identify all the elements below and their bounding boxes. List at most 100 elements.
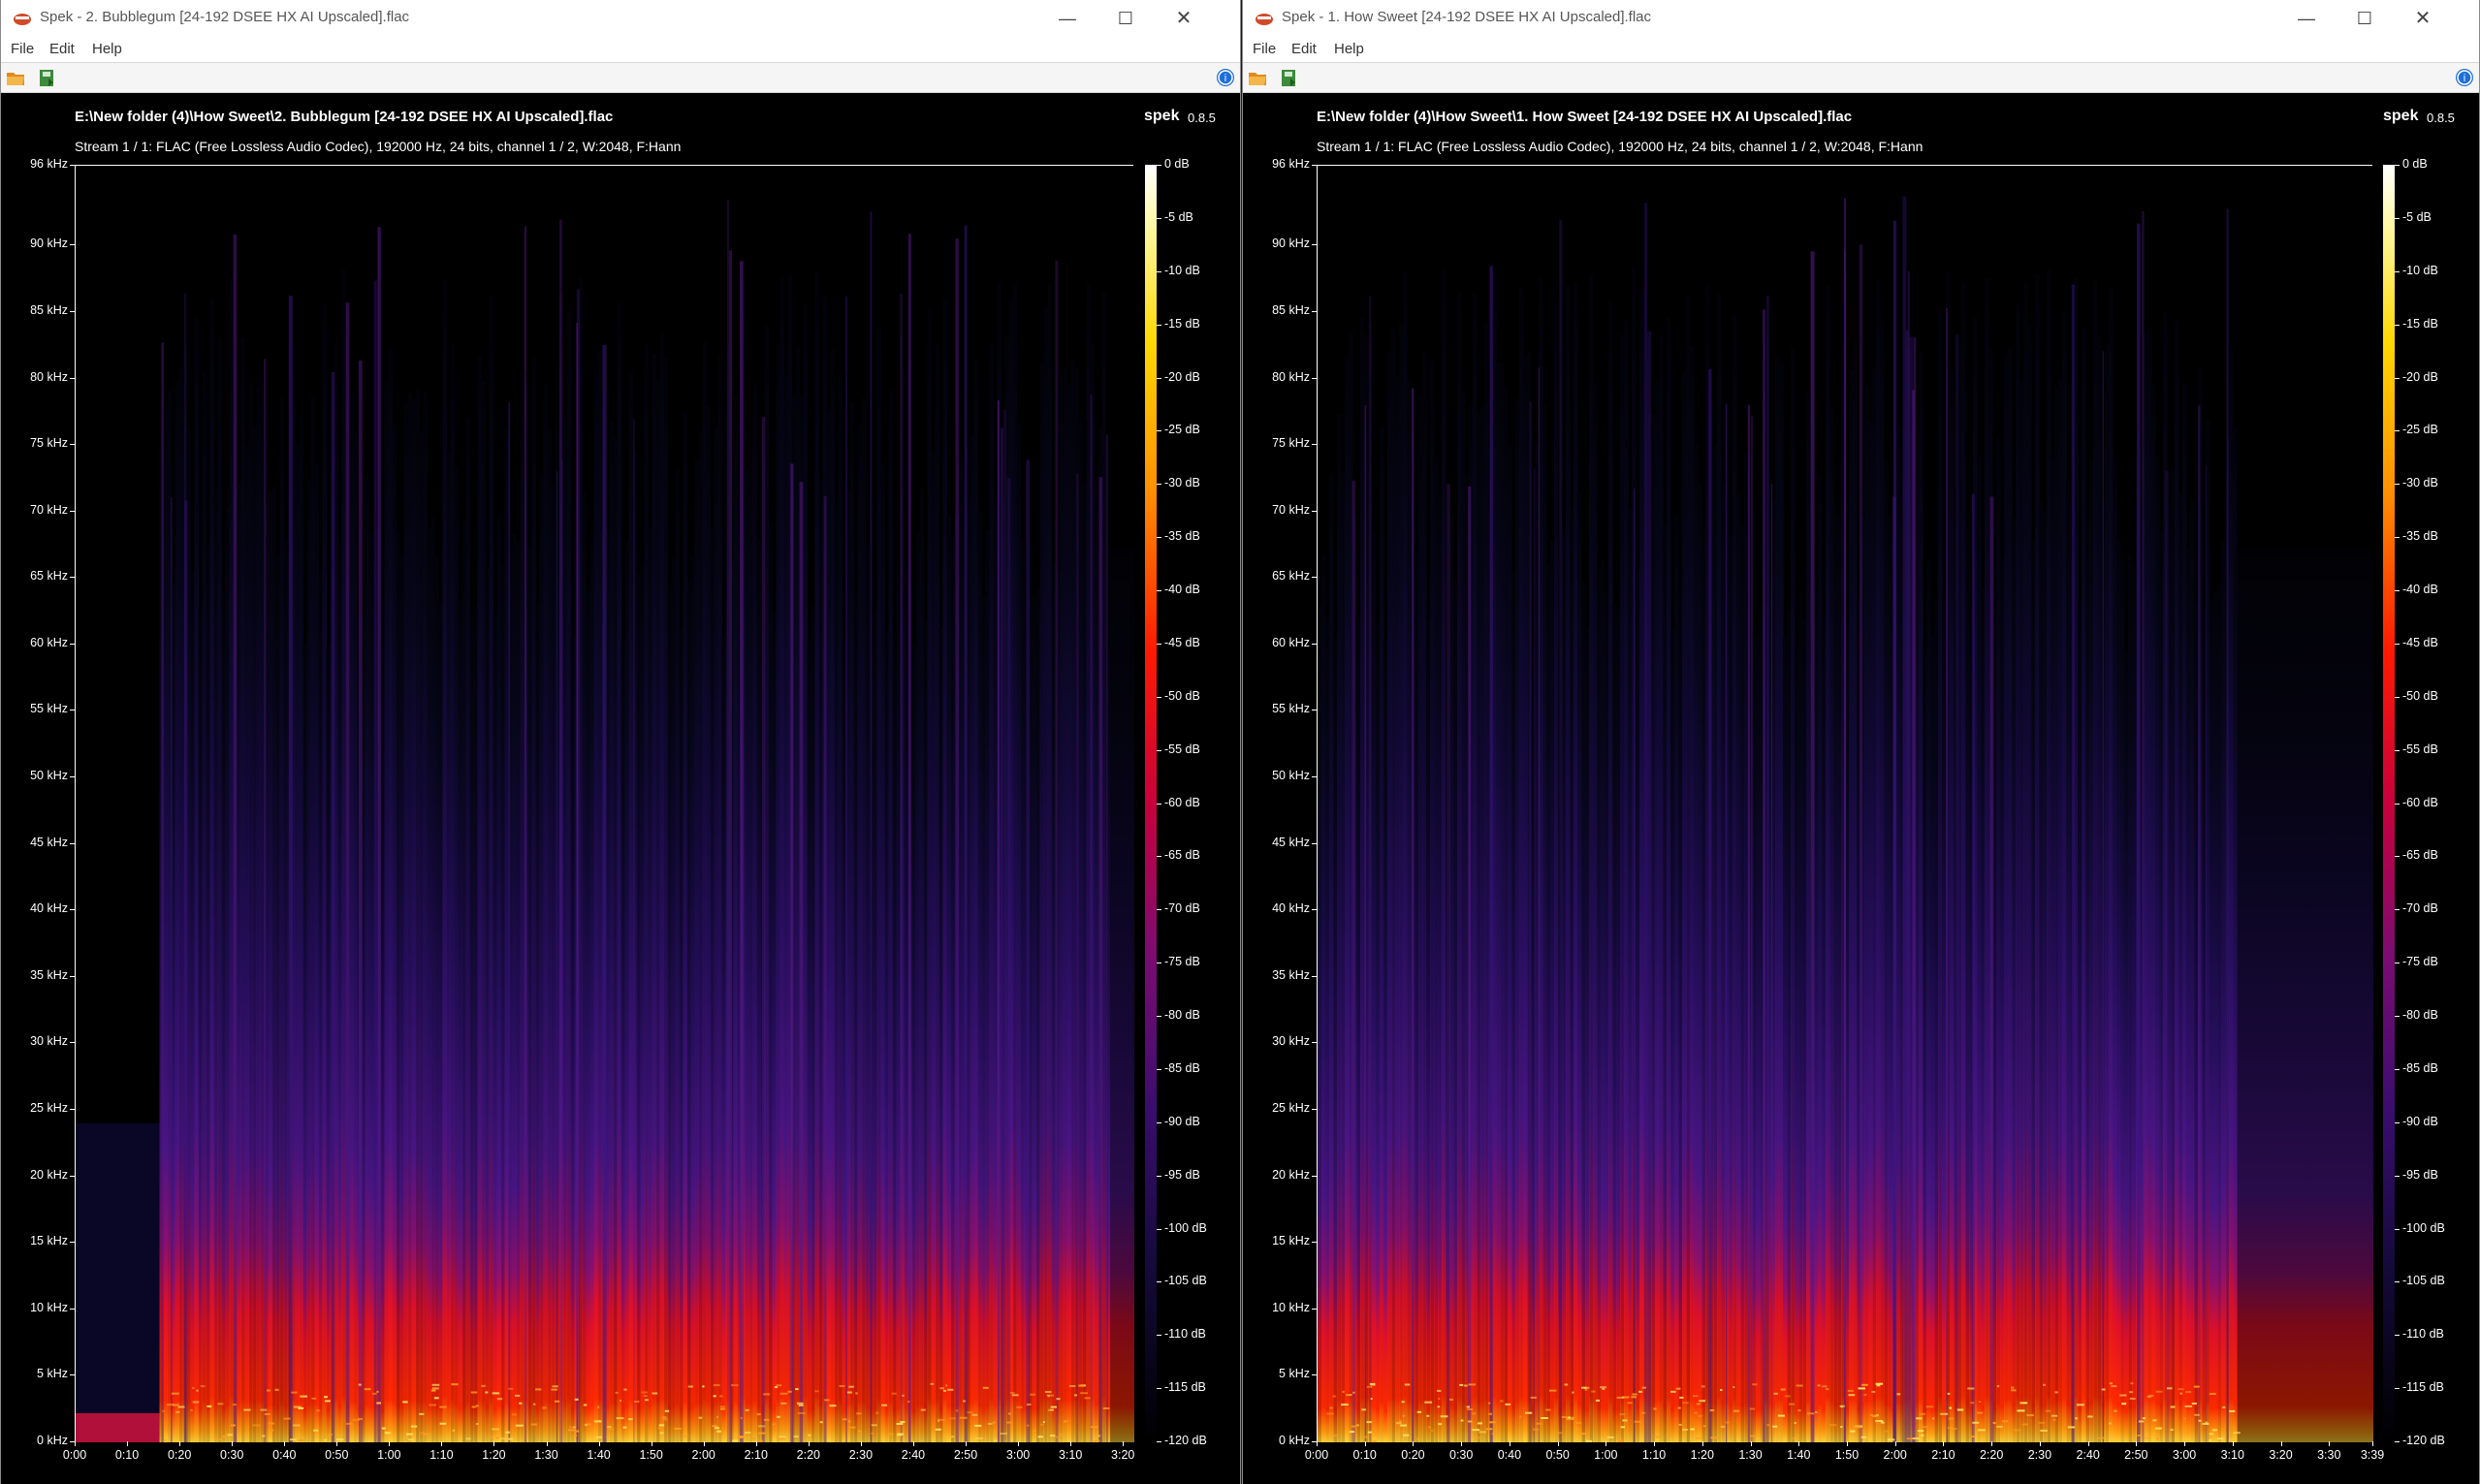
time-tick bbox=[1991, 1441, 1993, 1446]
time-tick bbox=[1894, 1441, 1896, 1446]
freq-tick-label: 65 kHz bbox=[1272, 569, 1310, 584]
db-tick-label: -75 dB bbox=[2402, 955, 2438, 969]
db-tick-label: -15 dB bbox=[1164, 316, 1200, 331]
freq-tick-label: 75 kHz bbox=[1272, 436, 1310, 451]
db-tick-label: -120 dB bbox=[1164, 1434, 1207, 1447]
time-tick bbox=[2232, 1441, 2234, 1446]
db-tick-label: -80 dB bbox=[1164, 1008, 1200, 1022]
time-tick-label: 3:10 bbox=[1058, 1448, 1083, 1462]
help-icon[interactable]: i bbox=[1215, 67, 1236, 88]
time-tick-label: 3:20 bbox=[1111, 1448, 1135, 1462]
menu-edit[interactable]: Edit bbox=[49, 41, 75, 57]
menu-file[interactable]: File bbox=[1253, 41, 1276, 57]
freq-tick bbox=[70, 577, 75, 579]
title-bar[interactable]: Spek - 2. Bubblegum [24-192 DSEE HX AI U… bbox=[1, 0, 1240, 38]
time-tick bbox=[2039, 1441, 2041, 1446]
db-tick-label: -95 dB bbox=[1164, 1167, 1200, 1182]
db-tick-label: -30 dB bbox=[2402, 476, 2438, 490]
db-tick-label: -100 dB bbox=[1164, 1220, 1207, 1235]
freq-tick-label: 96 kHz bbox=[1272, 157, 1310, 171]
freq-tick-label: 30 kHz bbox=[30, 1034, 68, 1049]
time-tick bbox=[2136, 1441, 2138, 1446]
freq-tick bbox=[70, 1175, 75, 1177]
menu-help[interactable]: Help bbox=[92, 41, 122, 57]
menu-file[interactable]: File bbox=[11, 41, 34, 57]
db-tick-label: -70 dB bbox=[2402, 901, 2438, 916]
time-tick-label: 0:30 bbox=[220, 1448, 244, 1462]
close-icon[interactable]: ✕ bbox=[1155, 0, 1213, 37]
freq-tick bbox=[1312, 510, 1317, 512]
db-tick-label: -105 dB bbox=[2402, 1274, 2445, 1288]
db-tick-label: -35 dB bbox=[2402, 529, 2438, 544]
maximize-icon[interactable]: ☐ bbox=[2336, 0, 2394, 37]
spectrogram-image bbox=[76, 166, 1134, 1442]
toolbar: i bbox=[1243, 63, 2479, 93]
freq-tick-label: 70 kHz bbox=[1272, 502, 1310, 517]
freq-tick-label: 5 kHz bbox=[37, 1367, 68, 1381]
maximize-icon[interactable]: ☐ bbox=[1097, 0, 1155, 37]
time-tick-label: 0:00 bbox=[62, 1448, 87, 1462]
time-tick bbox=[598, 1441, 600, 1446]
spectrogram[interactable] bbox=[75, 165, 1134, 1442]
db-tick-label: -5 dB bbox=[1164, 209, 1193, 224]
menu-edit[interactable]: Edit bbox=[1291, 41, 1317, 57]
db-tick bbox=[1157, 1228, 1161, 1230]
time-tick bbox=[75, 1441, 76, 1446]
time-tick bbox=[755, 1441, 757, 1446]
db-tick bbox=[2395, 1175, 2400, 1177]
freq-tick bbox=[1312, 1374, 1317, 1376]
freq-tick-label: 15 kHz bbox=[1272, 1234, 1310, 1248]
stream-info: Stream 1 / 1: FLAC (Free Lossless Audio … bbox=[75, 139, 682, 154]
db-tick bbox=[2395, 909, 2400, 911]
db-tick bbox=[2395, 324, 2400, 326]
help-icon[interactable]: i bbox=[2454, 67, 2475, 88]
time-tick bbox=[1018, 1441, 1020, 1446]
db-tick bbox=[2395, 430, 2400, 432]
db-tick bbox=[1157, 856, 1161, 858]
time-tick-label: 1:20 bbox=[482, 1448, 506, 1462]
toolbar: i bbox=[1, 63, 1240, 93]
time-tick bbox=[2087, 1441, 2089, 1446]
time-tick bbox=[1750, 1441, 1752, 1446]
db-tick-label: -45 dB bbox=[2402, 635, 2438, 649]
time-tick bbox=[127, 1441, 129, 1446]
freq-tick-label: 30 kHz bbox=[1272, 1034, 1310, 1049]
time-tick bbox=[1846, 1441, 1848, 1446]
db-tick-label: -100 dB bbox=[2402, 1220, 2445, 1235]
db-tick-label: -85 dB bbox=[1164, 1060, 1200, 1075]
close-icon[interactable]: ✕ bbox=[2394, 0, 2452, 37]
open-folder-icon[interactable] bbox=[5, 67, 26, 88]
save-icon[interactable] bbox=[1278, 67, 1299, 88]
freq-tick bbox=[1312, 444, 1317, 446]
db-tick bbox=[2395, 270, 2400, 272]
freq-tick-label: 75 kHz bbox=[30, 436, 68, 451]
time-tick bbox=[1943, 1441, 1945, 1446]
save-icon[interactable] bbox=[36, 67, 57, 88]
time-tick bbox=[1557, 1441, 1559, 1446]
spectrogram[interactable] bbox=[1317, 165, 2373, 1442]
db-tick-label: -75 dB bbox=[1164, 955, 1200, 969]
spek-window: Spek - 1. How Sweet [24-192 DSEE HX AI U… bbox=[1242, 0, 2480, 1484]
menu-help[interactable]: Help bbox=[1334, 41, 1364, 57]
freq-tick bbox=[1312, 377, 1317, 379]
time-tick bbox=[703, 1441, 705, 1446]
spek-app-icon bbox=[1255, 11, 1274, 26]
title-bar[interactable]: Spek - 1. How Sweet [24-192 DSEE HX AI U… bbox=[1243, 0, 2479, 38]
db-tick-label: -30 dB bbox=[1164, 476, 1200, 490]
db-tick-label: -60 dB bbox=[2402, 795, 2438, 809]
minimize-icon[interactable]: — bbox=[2277, 0, 2336, 37]
db-tick-label: -110 dB bbox=[2402, 1327, 2444, 1342]
open-folder-icon[interactable] bbox=[1247, 67, 1268, 88]
svg-text:i: i bbox=[2464, 73, 2465, 84]
db-tick-label: -40 dB bbox=[1164, 583, 1200, 596]
freq-tick bbox=[1312, 165, 1317, 166]
freq-tick-label: 65 kHz bbox=[30, 569, 68, 584]
svg-text:i: i bbox=[1224, 73, 1226, 84]
minimize-icon[interactable]: — bbox=[1038, 0, 1097, 37]
db-tick-label: -10 dB bbox=[2402, 263, 2438, 277]
time-tick bbox=[2329, 1441, 2331, 1446]
freq-tick bbox=[1312, 244, 1317, 246]
db-tick-label: -65 dB bbox=[2402, 848, 2438, 863]
time-tick bbox=[966, 1441, 967, 1446]
db-tick bbox=[1157, 537, 1161, 539]
